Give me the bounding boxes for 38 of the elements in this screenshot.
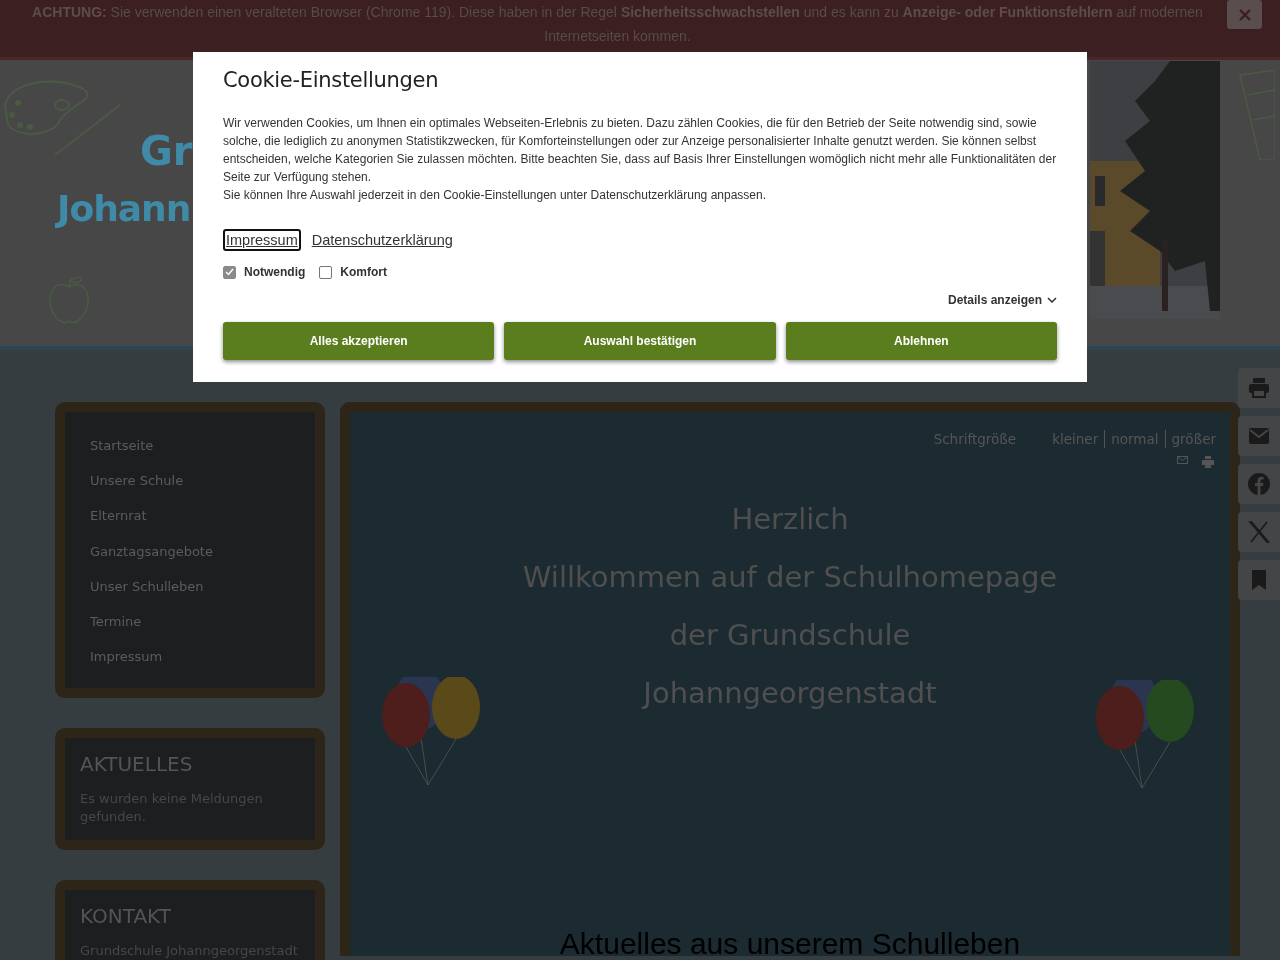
dialog-title: Cookie-Einstellungen <box>223 68 440 92</box>
share-button[interactable] <box>1238 512 1280 552</box>
logo-text: Gr <box>140 128 193 174</box>
font-size-link[interactable]: größer <box>1164 430 1216 448</box>
print-icon <box>1247 376 1271 400</box>
share-button[interactable] <box>1238 368 1280 408</box>
mail-icon[interactable] <box>1177 456 1188 464</box>
close-button[interactable] <box>1227 0 1262 29</box>
dialog-link[interactable]: Datenschutzerklärung <box>308 229 456 251</box>
consent-button[interactable]: Ablehnen <box>785 322 1057 360</box>
nav-link[interactable]: Termine <box>90 604 290 640</box>
nav-link[interactable]: Unser Schulleben <box>90 568 290 604</box>
category-checkbox[interactable] <box>319 265 333 279</box>
share-button[interactable] <box>1238 464 1280 504</box>
share-button[interactable] <box>1238 560 1280 600</box>
nav-link[interactable]: Ganztagsangebote <box>90 533 290 569</box>
details-toggle[interactable]: Details anzeigen <box>947 293 1057 307</box>
nav-link[interactable]: Startseite <box>90 428 290 464</box>
chevron-down-icon <box>1047 297 1057 303</box>
share-button[interactable] <box>1238 416 1280 456</box>
font-size-link[interactable]: normal <box>1104 430 1165 448</box>
dialog-text: Sie können Ihre Auswahl jederzeit in den Cookie-Einstellungen unter Datenschutzerklärung anpassen. <box>223 187 767 204</box>
font-size-link[interactable]: kleiner <box>1046 430 1105 448</box>
logo-text: Johann <box>57 188 191 229</box>
consent-button[interactable]: Alles akzeptieren <box>223 322 495 360</box>
facebook-icon <box>1247 472 1271 496</box>
consent-button[interactable]: Auswahl bestätigen <box>504 322 776 360</box>
nav-link[interactable]: Impressum <box>90 639 290 675</box>
nav-link[interactable]: Unsere Schule <box>90 463 290 499</box>
category-label: Notwendig <box>244 265 306 279</box>
print-icon[interactable] <box>1202 456 1214 468</box>
dialog-link[interactable]: Impressum <box>223 229 301 251</box>
x-icon <box>1247 520 1271 544</box>
category-label: Komfort <box>340 265 387 279</box>
close-icon <box>1238 8 1251 21</box>
dialog-text: Wir verwenden Cookies, um Ihnen ein optimales Webseiten-Erlebnis zu bieten. Dazu zählen Cookies, die für den Betrieb der Seite notwendig sind, sowie solche, die lediglich zu anonymen Statistikzwecken, für Komforteinstellungen oder zur Anzeige personalisierter Inhalte genutzt werden. Sie können selbst entscheiden, welche Kategorien Sie zulassen möchten. Bitte beachten Sie, dass auf Basis Ihrer Einstellungen womöglich nicht mehr alle Funktionalitäten der Seite zur Verfügung stehen. <box>223 115 1057 186</box>
nav-link[interactable]: Elternrat <box>90 498 290 534</box>
font-size-label: Schriftgröße <box>933 431 1017 447</box>
